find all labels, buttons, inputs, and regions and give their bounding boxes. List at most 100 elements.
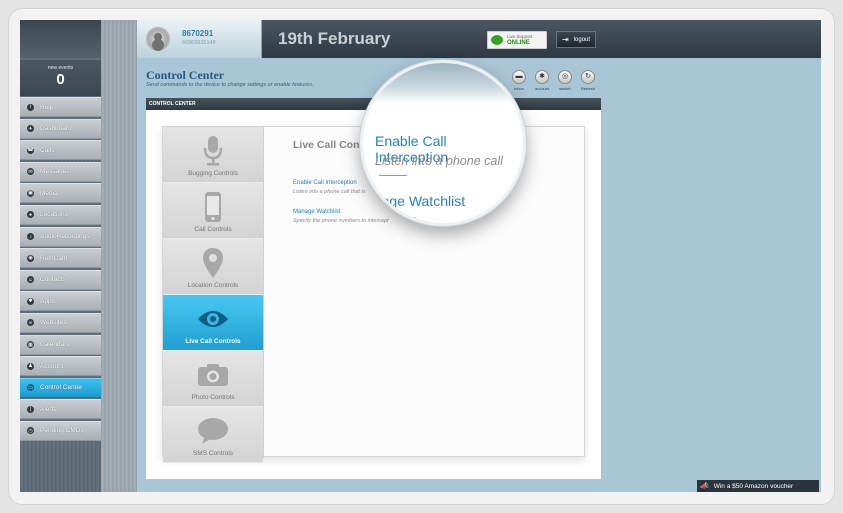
chat-bubble-icon	[491, 35, 503, 45]
logout-label: logout	[573, 36, 591, 43]
sidebar-item-label: Dashboard	[40, 125, 72, 133]
gear-icon: ✱	[535, 70, 549, 84]
sidebar-item-account[interactable]: ♟ Account	[20, 356, 101, 377]
tab-label: Call Controls	[194, 226, 232, 233]
manage-watchlist-link[interactable]: Manage Watchlist	[293, 209, 340, 215]
sidebar-item-dashboard[interactable]: ✈ Dashboard	[20, 118, 101, 139]
help-icon: i	[27, 103, 34, 111]
sidebar-item-label: Pending CMDs	[40, 427, 84, 435]
sidebar-item-help[interactable]: i Help	[20, 97, 101, 117]
tab-call-controls[interactable]: Call Controls	[163, 183, 263, 239]
pending-cmds-icon: ◷	[27, 427, 34, 435]
sidebar-item-messages[interactable]: ✉ Messages	[20, 161, 101, 182]
sidebar-item-apps[interactable]: ✱ Apps	[20, 291, 101, 312]
live-support-status: ONLINE	[507, 40, 530, 46]
new-events-box: new events 0	[20, 60, 101, 96]
magnified-manage-watchlist-link[interactable]: anage Watchlist	[366, 193, 465, 209]
tool-label: Refresh	[580, 86, 595, 91]
sidebar-item-audiorecordings[interactable]: ♪ AudioRecordings	[20, 226, 101, 247]
tab-label: SMS Controls	[192, 450, 234, 457]
sidebar-item-label: Help	[40, 103, 54, 111]
sidebar-item-locations[interactable]: ● Locations	[20, 204, 101, 225]
sidebar-item-label: Media	[40, 189, 58, 197]
sidebar-item-label: Contacts	[40, 276, 66, 284]
messages-icon: ✉	[27, 168, 34, 176]
sidebar-item-alerts[interactable]: ❘ Alerts	[20, 399, 101, 420]
apps-icon: ✱	[27, 297, 34, 305]
sidebar-item-contacts[interactable]: ☺ Contacts	[20, 269, 101, 290]
sidebar-item-label: Websites	[40, 319, 67, 327]
sketch-tool[interactable]: ◎ sketch	[555, 70, 575, 91]
tab-location-controls[interactable]: Location Controls	[163, 239, 263, 295]
microphone-icon	[202, 135, 224, 172]
websites-icon: ∞	[27, 319, 34, 327]
tab-label: Bugging Controls	[188, 170, 238, 177]
header: 8670291 66869935148 19th February Live S…	[137, 20, 821, 58]
current-date: 19th February	[278, 29, 391, 48]
refresh-icon: ↻	[581, 70, 595, 84]
sidebar-item-label: Calendars	[40, 341, 70, 349]
sketch-icon: ◎	[558, 70, 572, 84]
promo-banner[interactable]: 📣 Win a $50 Amazon voucher	[697, 480, 819, 492]
sidebar-item-label: Control Center	[40, 384, 83, 392]
tab-label: Photo Controls	[191, 394, 235, 401]
calls-icon: ☎	[27, 146, 34, 154]
dashboard-icon: ✈	[27, 125, 34, 133]
tool-label: sketch	[559, 86, 571, 91]
magnified-description: Listen into a phone call	[375, 154, 523, 182]
locations-icon: ●	[27, 211, 34, 219]
sidebar-item-label: Account	[40, 362, 64, 370]
sidebar-top	[20, 20, 101, 58]
tab-label: Location Controls	[187, 282, 239, 289]
sidebar-item-media[interactable]: ▣ Media	[20, 183, 101, 204]
location-pin-icon	[202, 247, 224, 284]
user-id: 8670291	[182, 29, 214, 38]
sidebar-item-label: AudioRecordings	[40, 233, 90, 241]
account-tool[interactable]: ✱ account	[532, 70, 552, 91]
tab-bugging-controls[interactable]: Bugging Controls	[163, 127, 263, 183]
logout-icon: ⇥	[562, 35, 569, 44]
eye-icon	[197, 309, 229, 334]
new-events-count: 0	[56, 71, 65, 88]
promo-label: Win a $50 Amazon voucher	[713, 482, 794, 490]
logout-button[interactable]: ⇥ logout	[556, 31, 596, 48]
magnifier-lens: Enable Call Interception Listen into a p…	[360, 60, 526, 226]
sidebar-item-control-center[interactable]: ▭ Control Center	[20, 377, 101, 398]
live-support-label: Live Support	[507, 34, 533, 39]
page-title: Control Center	[146, 68, 225, 82]
sidebar-item-calls[interactable]: ☎ Calls	[20, 140, 101, 161]
sidebar-item-label: Messages	[40, 168, 70, 176]
magnifier-shade	[363, 63, 523, 103]
account-icon: ♟	[27, 362, 34, 370]
speech-bubble-icon	[197, 417, 229, 450]
control-tabs: Bugging Controls Call Controls Location …	[163, 127, 264, 463]
remcam-icon: ◉	[27, 254, 34, 262]
audiorecordings-icon: ♪	[27, 233, 34, 241]
contacts-icon: ☺	[27, 276, 34, 284]
live-support-button[interactable]: Live Support ONLINE	[487, 31, 547, 49]
camera-icon	[197, 363, 229, 392]
sidebar-item-label: RemCam	[40, 254, 68, 262]
media-icon: ▣	[27, 189, 34, 197]
control-center-icon: ▭	[27, 384, 34, 392]
alerts-icon: ❘	[27, 405, 34, 413]
screen: new events 0 i Help ✈ Dashboard ☎ Calls ✉ Messa…	[20, 20, 821, 492]
sidebar-strip	[101, 20, 137, 492]
megaphone-icon: 📣	[700, 483, 709, 490]
page-subtitle: Send commands to the device to change se…	[146, 82, 314, 88]
refresh-tool[interactable]: ↻ Refresh	[578, 70, 598, 91]
sidebar-item-websites[interactable]: ∞ Websites	[20, 312, 101, 333]
new-events-label: new events	[47, 65, 74, 71]
sidebar-item-calendars[interactable]: ▦ Calendars	[20, 334, 101, 355]
user-box[interactable]: 8670291 66869935148	[137, 20, 262, 58]
sidebar-nav: i Help ✈ Dashboard ☎ Calls ✉ Messages ▣ Media ● Loc…	[20, 97, 101, 441]
tool-label: account	[534, 86, 549, 91]
tab-sms-controls[interactable]: SMS Controls	[163, 407, 263, 463]
sidebar-item-remcam[interactable]: ◉ RemCam	[20, 248, 101, 269]
sidebar-item-pending-cmds[interactable]: ◷ Pending CMDs	[20, 420, 101, 441]
tab-photo-controls[interactable]: Photo Controls	[163, 351, 263, 407]
tab-live-call-controls[interactable]: Live Call Controls	[163, 295, 263, 351]
sidebar-item-label: Calls	[40, 146, 55, 154]
avatar	[146, 27, 170, 51]
enable-call-interception-link[interactable]: Enable Call Interception	[293, 180, 357, 186]
